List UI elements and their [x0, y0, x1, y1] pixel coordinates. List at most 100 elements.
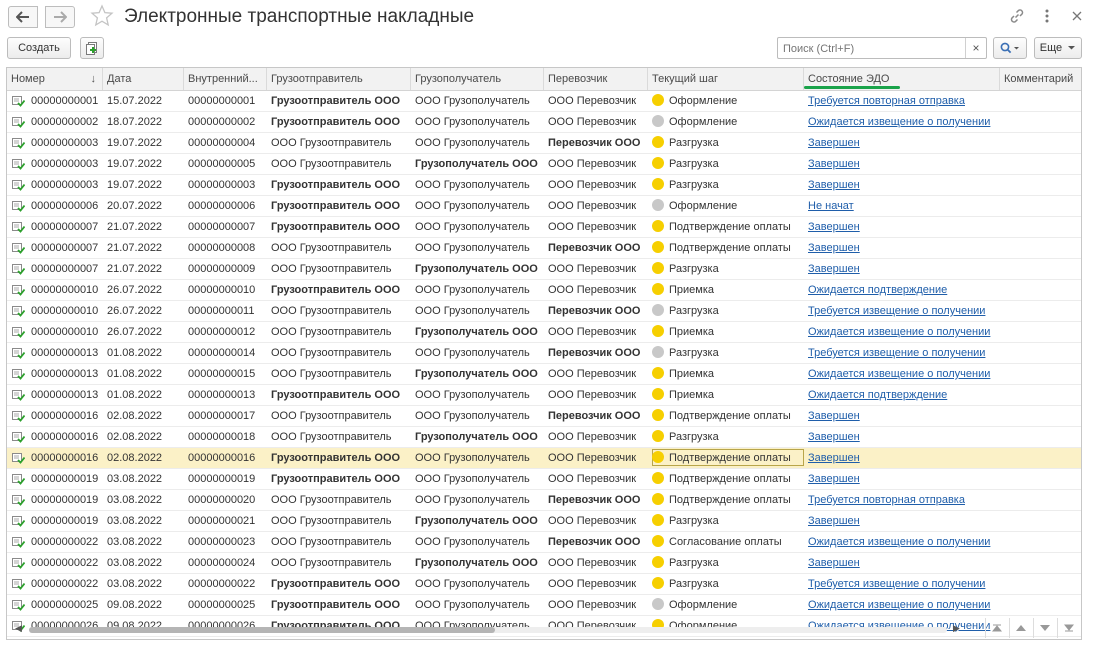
status-dot-icon	[652, 157, 664, 169]
edo-state-link[interactable]: Ожидается извещение о получении	[808, 116, 990, 128]
table-row[interactable]: 00000000019 03.08.2022 00000000020 ООО Груз…	[7, 490, 1081, 511]
cell-edo-state: Завершен	[804, 448, 1000, 468]
table-row[interactable]: 00000000006 20.07.2022 00000000006 Грузоотп…	[7, 196, 1081, 217]
table-row[interactable]: 00000000025 09.08.2022 00000000025 Грузоотп…	[7, 595, 1081, 616]
copy-button[interactable]	[80, 37, 104, 59]
document-posted-icon	[12, 369, 26, 383]
favorite-star-icon[interactable]	[90, 4, 114, 31]
edo-state-link[interactable]: Ожидается извещение о получении	[808, 536, 990, 548]
cell-current-step: Разгрузка	[648, 175, 804, 195]
search-input[interactable]	[781, 40, 965, 58]
edo-state-link[interactable]: Требуется извещение о получении	[808, 347, 985, 359]
clear-search-button[interactable]: ×	[965, 38, 986, 58]
edo-state-link[interactable]: Требуется повторная отправка	[808, 95, 965, 107]
edo-state-link[interactable]: Завершен	[808, 452, 860, 464]
column-header-shipper[interactable]: Грузоотправитель	[267, 68, 411, 90]
table-row[interactable]: 00000000022 03.08.2022 00000000022 Грузоотп…	[7, 574, 1081, 595]
cell-shipper: Грузоотправитель ООО	[271, 116, 401, 128]
table-row[interactable]: 00000000016 02.08.2022 00000000018 ООО Груз…	[7, 427, 1081, 448]
table-row[interactable]: 00000000019 03.08.2022 00000000021 ООО Груз…	[7, 511, 1081, 532]
edo-state-link[interactable]: Завершен	[808, 410, 860, 422]
table-row[interactable]: 00000000007 21.07.2022 00000000008 ООО Груз…	[7, 238, 1081, 259]
table-row[interactable]: 00000000019 03.08.2022 00000000019 Грузоотп…	[7, 469, 1081, 490]
table-row[interactable]: 00000000016 02.08.2022 00000000017 ООО Груз…	[7, 406, 1081, 427]
column-header-step[interactable]: Текущий шаг	[648, 68, 804, 90]
cell-internal-number: 00000000005	[188, 158, 256, 170]
edo-state-link[interactable]: Требуется извещение о получении	[808, 578, 985, 590]
table-row[interactable]: 00000000007 21.07.2022 00000000009 ООО Груз…	[7, 259, 1081, 280]
scroll-thumb[interactable]	[29, 627, 495, 633]
search-button[interactable]	[993, 37, 1027, 59]
scroll-track[interactable]	[29, 627, 947, 633]
table-row[interactable]: 00000000001 15.07.2022 00000000001 Грузоотп…	[7, 91, 1081, 112]
table-row[interactable]: 00000000022 03.08.2022 00000000023 ООО Груз…	[7, 532, 1081, 553]
link-icon[interactable]	[1009, 8, 1025, 24]
table-row[interactable]: 00000000003 19.07.2022 00000000003 Грузоотп…	[7, 175, 1081, 196]
edo-state-link[interactable]: Ожидается извещение о получении	[808, 326, 990, 338]
cell-carrier: ООО Перевозчик	[548, 95, 637, 107]
horizontal-scrollbar[interactable]: ◀ ▶	[7, 618, 1081, 639]
column-header-comment[interactable]: Комментарий	[1000, 68, 1081, 90]
table-row[interactable]: 00000000003 19.07.2022 00000000004 ООО Груз…	[7, 133, 1081, 154]
column-header-internal[interactable]: Внутренний...	[184, 68, 267, 90]
scroll-to-bottom-button[interactable]	[1057, 618, 1080, 638]
cell-number: 00000000010	[31, 326, 99, 338]
close-icon[interactable]	[1069, 8, 1085, 24]
create-button[interactable]: Создать	[7, 37, 71, 59]
column-header-number[interactable]: Номер ↓	[7, 68, 103, 90]
back-button[interactable]	[8, 6, 38, 28]
edo-state-link[interactable]: Завершен	[808, 473, 860, 485]
column-header-carrier[interactable]: Перевозчик	[544, 68, 648, 90]
edo-state-link[interactable]: Завершен	[808, 158, 860, 170]
edo-state-link[interactable]: Ожидается извещение о получении	[808, 368, 990, 380]
edo-state-link[interactable]: Завершен	[808, 242, 860, 254]
cell-current-step: Подтверждение оплаты	[648, 448, 804, 468]
edo-state-link[interactable]: Ожидается подтверждение	[808, 284, 947, 296]
edo-state-link[interactable]: Завершен	[808, 431, 860, 443]
table-row[interactable]: 00000000002 18.07.2022 00000000002 Грузоотп…	[7, 112, 1081, 133]
edo-state-link[interactable]: Завершен	[808, 179, 860, 191]
edo-state-link[interactable]: Требуется повторная отправка	[808, 494, 965, 506]
step-label: Разгрузка	[669, 305, 719, 317]
table-row[interactable]: 00000000013 01.08.2022 00000000013 Грузоотп…	[7, 385, 1081, 406]
cell-date: 02.08.2022	[107, 431, 163, 443]
edo-state-link[interactable]: Ожидается подтверждение	[808, 389, 947, 401]
table-row[interactable]: 00000000010 26.07.2022 00000000012 ООО Груз…	[7, 322, 1081, 343]
edo-state-link[interactable]: Завершен	[808, 515, 860, 527]
cell-number: 00000000016	[31, 452, 99, 464]
edo-state-link[interactable]: Не начат	[808, 200, 854, 212]
table-row[interactable]: 00000000007 21.07.2022 00000000007 Грузоотп…	[7, 217, 1081, 238]
scroll-right-icon[interactable]: ▶	[953, 623, 960, 634]
table-row[interactable]: 00000000010 26.07.2022 00000000011 ООО Груз…	[7, 301, 1081, 322]
page-down-button[interactable]	[1033, 618, 1056, 638]
table-row[interactable]: 00000000013 01.08.2022 00000000014 ООО Груз…	[7, 343, 1081, 364]
cell-edo-state: Завершен	[804, 259, 1000, 279]
more-button[interactable]: Еще	[1034, 37, 1082, 59]
cell-number: 00000000010	[31, 305, 99, 317]
cell-date: 21.07.2022	[107, 242, 163, 254]
column-header-consignee[interactable]: Грузополучатель	[411, 68, 544, 90]
scroll-left-icon[interactable]: ◀	[15, 623, 22, 634]
column-header-date[interactable]: Дата	[103, 68, 184, 90]
edo-state-link[interactable]: Завершен	[808, 221, 860, 233]
more-menu-icon[interactable]	[1039, 8, 1055, 24]
cell-shipper: ООО Грузоотправитель	[271, 536, 392, 548]
edo-state-link[interactable]: Завершен	[808, 263, 860, 275]
table-row[interactable]: 00000000003 19.07.2022 00000000005 ООО Груз…	[7, 154, 1081, 175]
table-row[interactable]: 00000000013 01.08.2022 00000000015 ООО Груз…	[7, 364, 1081, 385]
page-up-button[interactable]	[1009, 618, 1032, 638]
edo-state-link[interactable]: Завершен	[808, 137, 860, 149]
step-label: Приемка	[669, 368, 715, 380]
status-dot-icon	[652, 535, 664, 547]
table-body: 00000000001 15.07.2022 00000000001 Грузоотп…	[7, 91, 1081, 637]
cell-shipper: Грузоотправитель ООО	[271, 284, 401, 296]
column-header-edo-state[interactable]: Состояние ЭДО	[804, 68, 1000, 90]
forward-button[interactable]	[45, 6, 75, 28]
table-row[interactable]: 00000000010 26.07.2022 00000000010 Грузоотп…	[7, 280, 1081, 301]
edo-state-link[interactable]: Ожидается извещение о получении	[808, 599, 990, 611]
edo-state-link[interactable]: Требуется извещение о получении	[808, 305, 985, 317]
table-row[interactable]: 00000000016 02.08.2022 00000000016 Грузоотп…	[7, 448, 1081, 469]
table-row[interactable]: 00000000022 03.08.2022 00000000024 ООО Груз…	[7, 553, 1081, 574]
scroll-to-top-button[interactable]	[985, 618, 1008, 638]
edo-state-link[interactable]: Завершен	[808, 557, 860, 569]
